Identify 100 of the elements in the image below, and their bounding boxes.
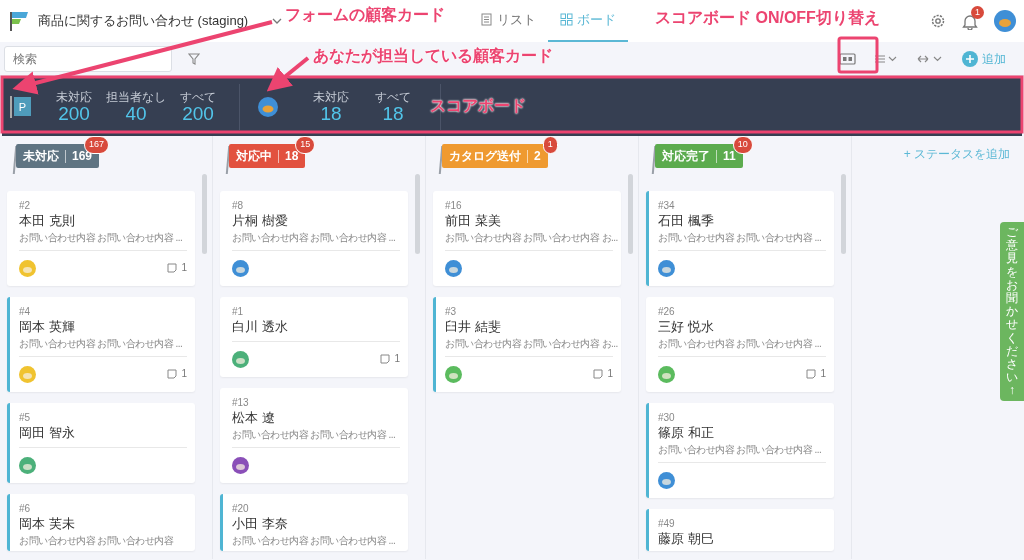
customer-name: 藤原 朝巳 bbox=[658, 530, 715, 548]
card-number: #4 bbox=[19, 305, 32, 318]
inquiry-summary: お問い合わせ内容 お問い合わせ内容 ... bbox=[658, 231, 822, 245]
inquiry-summary: お問い合わせ内容 お問い合わせ内容 お... bbox=[445, 231, 618, 245]
customer-name: 岡本 英輝 bbox=[19, 318, 76, 336]
stat-label: すべて bbox=[374, 89, 412, 104]
customer-card[interactable]: #13 松本 遼 お問い合わせ内容 お問い合わせ内容 ... bbox=[220, 388, 408, 483]
status-count: 2 bbox=[527, 149, 541, 163]
note-icon bbox=[380, 353, 391, 364]
settings-icon[interactable] bbox=[930, 13, 946, 29]
customer-card[interactable]: #8 片桐 樹愛 お問い合わせ内容 お問い合わせ内容 ... bbox=[220, 191, 408, 286]
board-icon bbox=[560, 13, 574, 27]
customer-card[interactable]: #6 岡本 芙未 お問い合わせ内容 お問い合わせ内容 bbox=[7, 494, 195, 551]
customer-card[interactable]: #2 本田 克則 お問い合わせ内容 お問い合わせ内容 ... 1 bbox=[7, 191, 195, 286]
comment-count: 1 bbox=[607, 367, 613, 381]
customer-card[interactable]: #4 岡本 英輝 お問い合わせ内容 お問い合わせ内容 ... 1 bbox=[7, 297, 195, 392]
filter-icon[interactable] bbox=[188, 52, 200, 65]
annotation-label: あなたが担当している顧客カード bbox=[313, 46, 553, 67]
status-name: カタログ送付 bbox=[449, 148, 521, 165]
status-name: 対応完了 bbox=[662, 148, 710, 165]
card-number: #26 bbox=[658, 305, 676, 318]
customer-name: 岡田 智永 bbox=[19, 424, 76, 442]
annotation-label: フォームの顧客カード bbox=[285, 5, 445, 25]
card-number: #2 bbox=[19, 199, 32, 212]
customer-name: 本田 克則 bbox=[19, 212, 76, 230]
customer-name: 白川 透水 bbox=[232, 318, 289, 336]
customer-name: 石田 楓季 bbox=[658, 212, 715, 230]
customer-card[interactable]: #5 岡田 智永 bbox=[7, 403, 195, 483]
inquiry-summary: お問い合わせ内容 お問い合わせ内容 ... bbox=[232, 534, 396, 548]
comment-count: 1 bbox=[820, 367, 826, 381]
view-tab[interactable]: リスト bbox=[468, 0, 549, 42]
width-arrows-icon[interactable] bbox=[916, 53, 944, 64]
count-badge: 1 bbox=[542, 136, 558, 154]
customer-card[interactable]: #16 前田 菜美 お問い合わせ内容 お問い合わせ内容 お... bbox=[433, 191, 621, 286]
customer-name: 岡本 芙未 bbox=[19, 515, 76, 533]
customer-card[interactable]: #20 小田 李奈 お問い合わせ内容 お問い合わせ内容 ... bbox=[220, 494, 408, 551]
customer-card[interactable]: #34 石田 楓季 お問い合わせ内容 お問い合わせ内容 ... bbox=[646, 191, 834, 286]
customer-card[interactable]: #3 臼井 結斐 お問い合わせ内容 お問い合わせ内容 お... 1 bbox=[433, 297, 621, 392]
card-number: #13 bbox=[232, 396, 250, 409]
inquiry-summary: お問い合わせ内容 お問い合わせ内容 お... bbox=[445, 337, 618, 351]
avatar-icon bbox=[258, 97, 278, 117]
customer-card[interactable]: #26 三好 悦水 お問い合わせ内容 お問い合わせ内容 ... 1 bbox=[646, 297, 834, 392]
customer-card[interactable]: #30 篠原 和正 お問い合わせ内容 お問い合わせ内容 ... bbox=[646, 403, 834, 498]
customer-name: 篠原 和正 bbox=[658, 424, 715, 442]
status-count: 11 bbox=[716, 149, 736, 163]
stat-value: 18 bbox=[320, 103, 342, 125]
customer-name: 小田 李奈 bbox=[232, 515, 289, 533]
note-icon bbox=[806, 368, 817, 379]
inquiry-summary: お問い合わせ内容 お問い合わせ内容 ... bbox=[658, 443, 822, 457]
note-icon bbox=[167, 262, 178, 273]
logo-icon bbox=[8, 10, 30, 32]
notification-bell-icon[interactable] bbox=[962, 13, 978, 31]
inquiry-summary: お問い合わせ内容 お問い合わせ内容 ... bbox=[232, 428, 396, 442]
stat-value: 18 bbox=[382, 103, 404, 125]
card-number: #5 bbox=[19, 411, 32, 424]
card-number: #3 bbox=[445, 305, 458, 318]
inquiry-summary: お問い合わせ内容 お問い合わせ内容 ... bbox=[19, 231, 183, 245]
card-number: #30 bbox=[658, 411, 676, 424]
card-number: #34 bbox=[658, 199, 676, 212]
list-view-icon[interactable] bbox=[874, 53, 898, 64]
card-number: #6 bbox=[19, 502, 32, 515]
inquiry-summary: お問い合わせ内容 お問い合わせ内容 ... bbox=[232, 231, 396, 245]
comment-count: 1 bbox=[394, 352, 400, 366]
chevron-down-icon[interactable] bbox=[272, 17, 283, 25]
note-icon bbox=[167, 368, 178, 379]
card-number: #49 bbox=[658, 517, 676, 530]
stat-label: 未対応 bbox=[55, 89, 93, 104]
stat-value: 200 bbox=[58, 103, 90, 125]
note-icon bbox=[593, 368, 604, 379]
annotation-label: スコアボード bbox=[430, 96, 526, 116]
customer-card[interactable]: #49 藤原 朝巳 bbox=[646, 509, 834, 551]
notification-badge: 1 bbox=[971, 5, 984, 20]
annotation-label: スコアボード ON/OFF切り替え bbox=[655, 8, 880, 28]
card-number: #20 bbox=[232, 502, 250, 515]
customer-name: 松本 遼 bbox=[232, 409, 276, 427]
avatar-icon[interactable] bbox=[994, 10, 1016, 32]
stat-label: 担当者なし bbox=[105, 89, 167, 104]
card-number: #8 bbox=[232, 199, 245, 212]
stat-value: 40 bbox=[124, 103, 147, 125]
stat-value: 200 bbox=[182, 103, 214, 125]
comment-count: 1 bbox=[181, 367, 187, 381]
scoreboard-toggle-icon[interactable] bbox=[839, 52, 856, 65]
stat-label: すべて bbox=[179, 89, 217, 104]
customer-name: 前田 菜美 bbox=[445, 212, 502, 230]
inquiry-summary: お問い合わせ内容 お問い合わせ内容 ... bbox=[658, 337, 822, 351]
status-name: 未対応 bbox=[23, 148, 59, 165]
inquiry-summary: お問い合わせ内容 お問い合わせ内容 bbox=[19, 534, 174, 548]
customer-name: 片桐 樹愛 bbox=[232, 212, 289, 230]
plus-icon bbox=[962, 50, 978, 67]
stat-label: 未対応 bbox=[312, 89, 350, 104]
card-number: #1 bbox=[232, 305, 245, 318]
list-icon bbox=[480, 13, 494, 27]
status-name: 対応中 bbox=[236, 148, 272, 165]
customer-name: 三好 悦水 bbox=[658, 318, 715, 336]
search-field[interactable]: 検索 bbox=[4, 45, 172, 72]
form-title: 商品に関するお問い合わせ (staging) bbox=[38, 12, 249, 31]
inquiry-summary: お問い合わせ内容 お問い合わせ内容 ... bbox=[19, 337, 183, 351]
customer-name: 臼井 結斐 bbox=[445, 318, 502, 336]
form-icon: P bbox=[14, 97, 31, 117]
customer-card[interactable]: #1 白川 透水 1 bbox=[220, 297, 408, 377]
